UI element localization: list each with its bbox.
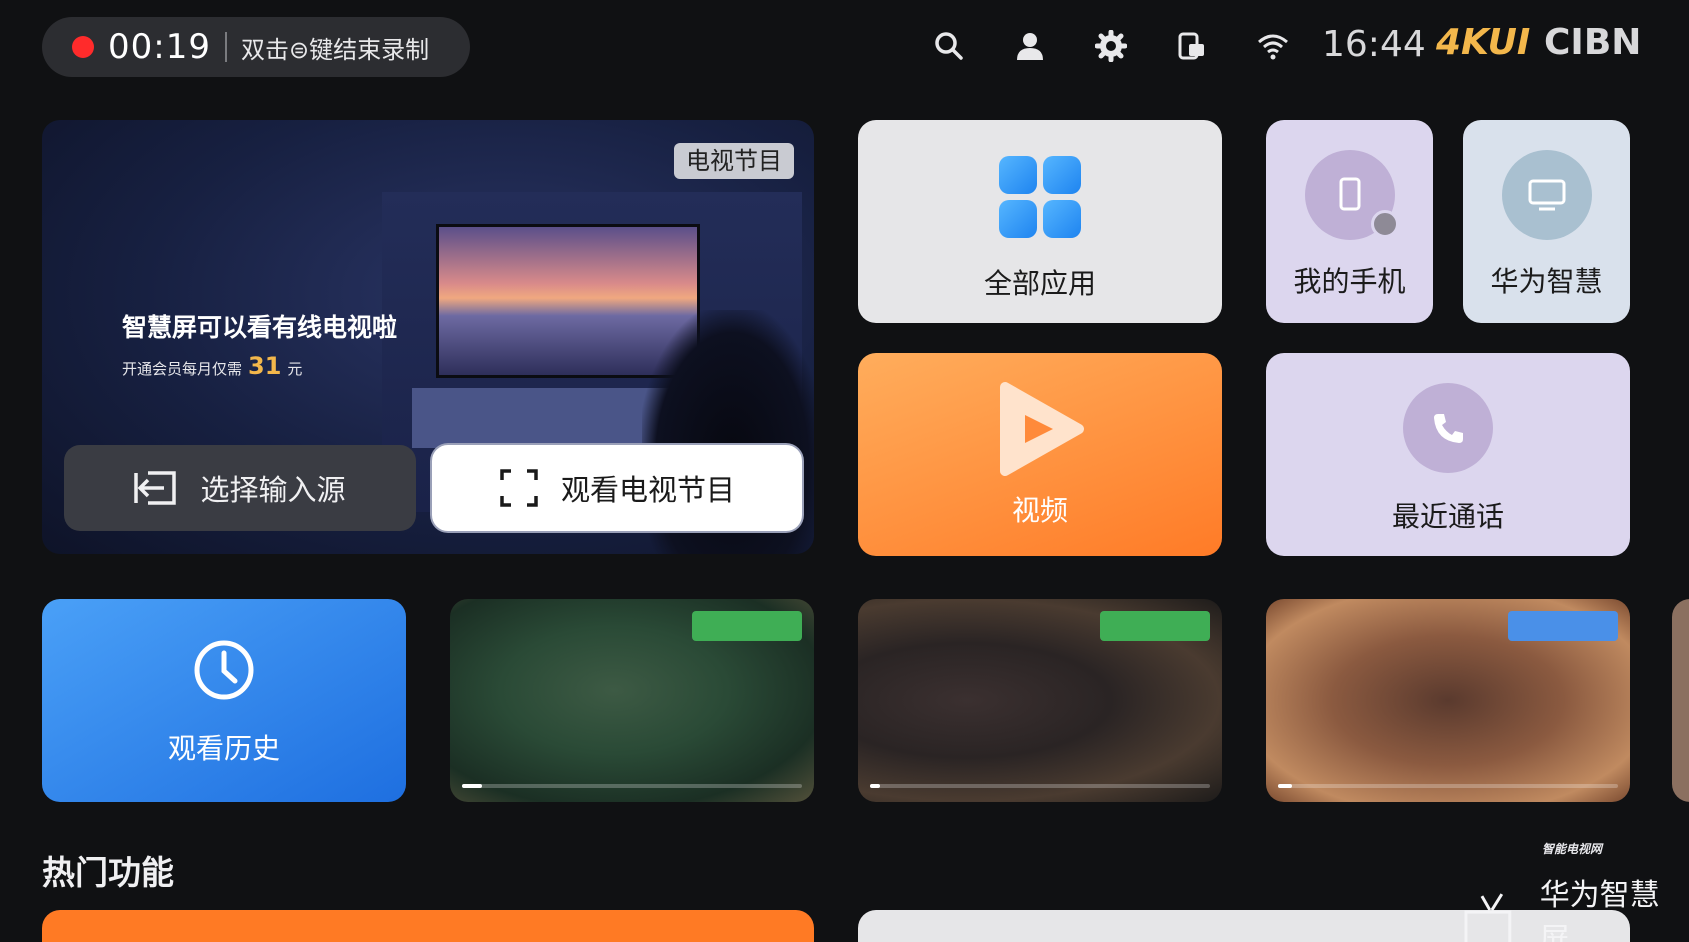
progress-bar bbox=[462, 784, 802, 788]
video-tile[interactable]: 视频 bbox=[858, 353, 1222, 556]
select-input-source-button[interactable]: 选择输入源 bbox=[64, 445, 416, 531]
my-phone-tile[interactable]: 我的手机 bbox=[1266, 120, 1433, 323]
recent-calls-label: 最近通话 bbox=[1391, 500, 1504, 533]
thumbnail-badge bbox=[1100, 611, 1210, 641]
progress-bar bbox=[1278, 784, 1618, 788]
history-thumbnail-2[interactable] bbox=[858, 599, 1222, 802]
recent-calls-tile[interactable]: 最近通话 bbox=[1266, 353, 1630, 556]
clock-history-icon bbox=[194, 640, 254, 700]
recording-hint: 双击⊜键结束录制 bbox=[240, 35, 430, 64]
history-thumbnail-1[interactable] bbox=[450, 599, 814, 802]
select-input-source-label: 选择输入源 bbox=[200, 473, 346, 507]
hero-tag: 电视节目 bbox=[674, 143, 794, 179]
watermark: 智能电视网 华为智慧屏 bbox=[1462, 840, 1689, 942]
wifi-icon bbox=[1255, 28, 1291, 64]
hero-subtitle: 开通会员每月仅需 31 元 bbox=[122, 352, 302, 380]
huawei-smart-tile[interactable]: 华为智慧 bbox=[1463, 120, 1630, 323]
phone-icon bbox=[1304, 150, 1399, 240]
progress-bar bbox=[870, 784, 1210, 788]
progress-bar-fill bbox=[870, 784, 881, 788]
screen-cast-icon[interactable] bbox=[1174, 28, 1210, 64]
all-apps-tile[interactable]: 全部应用 bbox=[858, 120, 1222, 323]
apps-grid-icon bbox=[999, 156, 1081, 238]
settings-icon[interactable] bbox=[1093, 28, 1129, 64]
progress-bar-fill bbox=[462, 784, 483, 788]
user-icon[interactable] bbox=[1012, 28, 1048, 64]
watch-history-tile[interactable]: 观看历史 bbox=[42, 599, 406, 802]
hot-features-heading: 热门功能 bbox=[42, 853, 174, 892]
video-label: 视频 bbox=[1011, 494, 1068, 527]
hero-subtitle-prefix: 开通会员每月仅需 bbox=[122, 360, 243, 378]
input-source-icon bbox=[134, 471, 177, 505]
hero-price: 31 bbox=[248, 352, 282, 380]
watch-tv-button[interactable]: 观看电视节目 bbox=[432, 445, 802, 531]
tv-logo-icon bbox=[1464, 893, 1512, 942]
search-icon[interactable] bbox=[931, 28, 967, 64]
screen-recording-indicator: 00:19 双击⊜键结束录制 bbox=[42, 17, 470, 77]
video-play-icon bbox=[1000, 382, 1084, 476]
brand-cibn-logo: CIBN bbox=[1544, 22, 1642, 63]
recording-time: 00:19 bbox=[108, 27, 211, 67]
watermark-small-text: 智能电视网 bbox=[1542, 842, 1603, 856]
progress-bar-fill bbox=[1278, 784, 1292, 788]
hero-price-unit: 元 bbox=[287, 360, 303, 378]
record-dot-icon bbox=[72, 36, 94, 58]
watch-history-label: 观看历史 bbox=[167, 732, 280, 765]
history-thumbnail-4-partial[interactable] bbox=[1672, 599, 1689, 802]
hot-feature-card-1[interactable] bbox=[42, 910, 814, 942]
thumbnail-badge bbox=[692, 611, 802, 641]
brand-4kui-logo: 4KUI bbox=[1436, 22, 1531, 63]
history-thumbnail-3[interactable] bbox=[1266, 599, 1630, 802]
fullscreen-icon bbox=[500, 469, 538, 507]
watch-tv-label: 观看电视节目 bbox=[560, 473, 735, 507]
divider bbox=[224, 32, 227, 62]
hero-banner-tv-programs[interactable]: 电视节目 智慧屏可以看有线电视啦 开通会员每月仅需 31 元 选择输入源 观看电… bbox=[42, 120, 814, 554]
clock: 16:44 bbox=[1322, 24, 1426, 65]
phone-call-icon bbox=[1403, 383, 1493, 473]
all-apps-label: 全部应用 bbox=[983, 267, 1096, 300]
thumbnail-badge bbox=[1508, 611, 1618, 641]
cast-badge-icon bbox=[1370, 210, 1399, 238]
hero-title: 智慧屏可以看有线电视啦 bbox=[122, 313, 398, 342]
my-phone-label: 我的手机 bbox=[1293, 265, 1406, 298]
huawei-smart-label: 华为智慧 bbox=[1490, 265, 1603, 298]
monitor-icon bbox=[1501, 150, 1592, 240]
watermark-large-text: 华为智慧屏 bbox=[1539, 878, 1660, 942]
